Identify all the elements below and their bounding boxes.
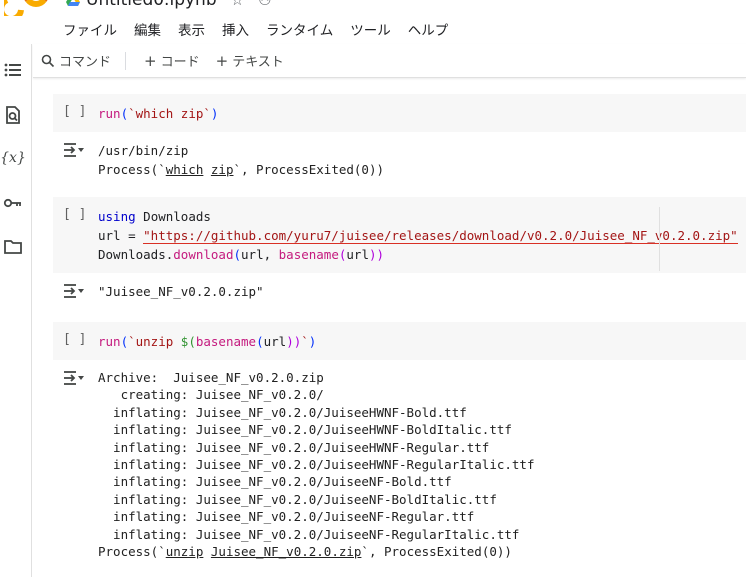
variables-icon[interactable]: {x}: [0, 147, 26, 169]
cell-output-1: /usr/bin/zip Process(`which zip`, Proces…: [53, 141, 746, 181]
search-icon: [41, 54, 55, 67]
menubar: ファイル 編集 表示 挿入 ランタイム ツール ヘルプ: [63, 19, 465, 39]
command-palette-button[interactable]: コマンド: [33, 48, 119, 74]
output-text: Archive: Juisee_NF_v0.2.0.zip creating: …: [98, 370, 535, 560]
output-line: inflating: Juisee_NF_v0.2.0/JuiseeNF-Reg…: [98, 526, 520, 542]
run-cell-button[interactable]: [ ]: [63, 207, 86, 222]
find-icon[interactable]: [2, 104, 24, 126]
add-text-label: テキスト: [232, 55, 284, 70]
add-text-cell-button[interactable]: + テキスト: [208, 48, 292, 74]
code-cell-1[interactable]: [ ] run(`which zip`): [53, 94, 746, 132]
output-actions-icon[interactable]: [63, 141, 85, 159]
plus-icon: +: [215, 51, 229, 70]
notebook-title[interactable]: Untitled0.ipynb: [86, 0, 217, 10]
output-line: inflating: Juisee_NF_v0.2.0/JuiseeHWNF-R…: [98, 439, 490, 455]
menu-help[interactable]: ヘルプ: [408, 19, 456, 39]
cell-output-3: Archive: Juisee_NF_v0.2.0.zip creating: …: [53, 369, 746, 569]
output-line: inflating: Juisee_NF_v0.2.0/JuiseeNF-Bol…: [98, 474, 452, 490]
menu-file[interactable]: ファイル: [63, 19, 124, 39]
secrets-key-icon[interactable]: [2, 192, 24, 214]
ruler-line: [659, 207, 660, 271]
menu-tools[interactable]: ツール: [350, 19, 398, 39]
left-rail: {x}: [0, 44, 32, 577]
output-line: inflating: Juisee_NF_v0.2.0/JuiseeNF-Bol…: [98, 491, 497, 507]
drive-icon: [66, 0, 80, 6]
toc-icon[interactable]: [2, 59, 24, 81]
add-code-label: コード: [160, 55, 200, 70]
menu-edit[interactable]: 編集: [134, 19, 168, 39]
output-line: inflating: Juisee_NF_v0.2.0/JuiseeHWNF-B…: [98, 422, 512, 438]
output-line: inflating: Juisee_NF_v0.2.0/JuiseeNF-Reg…: [98, 509, 475, 525]
cell-source[interactable]: using Downloads url = "https://github.co…: [98, 207, 738, 264]
cell-source[interactable]: run(`which zip`): [98, 104, 218, 123]
output-line: inflating: Juisee_NF_v0.2.0/JuiseeHWNF-B…: [98, 404, 467, 420]
notebook-toolbar: コマンド + コード + テキスト: [33, 44, 746, 78]
title-row: Untitled0.ipynb ☆ ⚇: [66, 0, 272, 10]
add-code-cell-button[interactable]: + コード: [136, 48, 208, 74]
output-line: inflating: Juisee_NF_v0.2.0/JuiseeHWNF-R…: [98, 457, 535, 473]
run-cell-button[interactable]: [ ]: [63, 104, 86, 119]
code-cell-2[interactable]: [ ] using Downloads url = "https://githu…: [53, 197, 746, 273]
output-actions-icon[interactable]: [63, 282, 85, 300]
cell-source[interactable]: run(`unzip $(basename(url))`): [98, 332, 316, 351]
output-actions-icon[interactable]: [63, 369, 85, 387]
output-text: "Juisee_NF_v0.2.0.zip": [98, 284, 264, 299]
share-people-icon[interactable]: ⚇: [258, 0, 271, 9]
colab-logo: [4, 0, 48, 16]
output-line: Archive: Juisee_NF_v0.2.0.zip: [98, 370, 324, 385]
toolbar-divider: [125, 51, 127, 70]
output-text: /usr/bin/zip Process(`which zip`, Proces…: [98, 143, 384, 177]
plus-icon: +: [144, 51, 157, 70]
command-label: コマンド: [59, 55, 112, 70]
cell-output-2: "Juisee_NF_v0.2.0.zip": [53, 282, 746, 304]
code-cell-3[interactable]: [ ] run(`unzip $(basename(url))`): [53, 322, 746, 360]
star-icon[interactable]: ☆: [231, 0, 244, 9]
run-cell-button[interactable]: [ ]: [63, 332, 86, 347]
menu-view[interactable]: 表示: [178, 19, 212, 39]
menu-insert[interactable]: 挿入: [222, 19, 256, 39]
menu-runtime[interactable]: ランタイム: [266, 19, 340, 39]
output-line: creating: Juisee_NF_v0.2.0/: [98, 387, 324, 403]
files-folder-icon[interactable]: [2, 236, 24, 258]
